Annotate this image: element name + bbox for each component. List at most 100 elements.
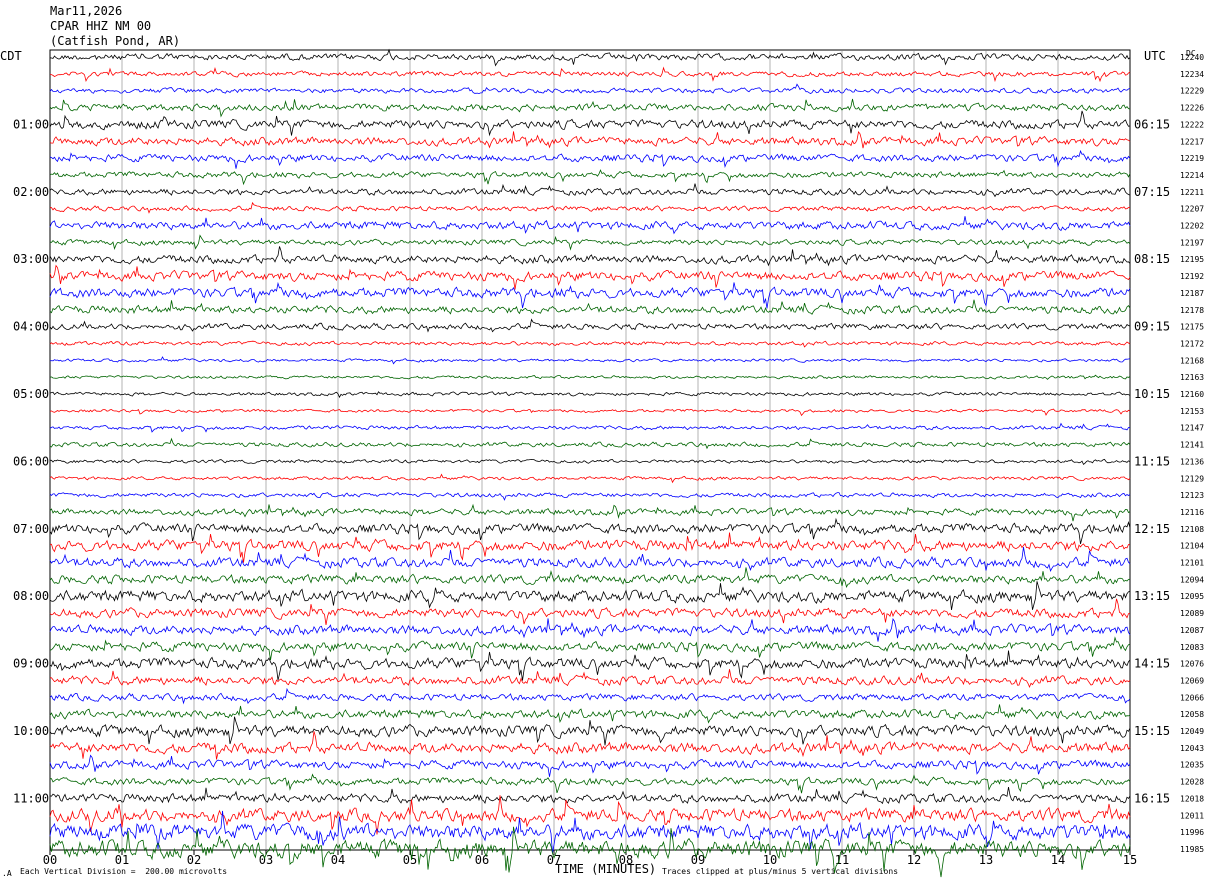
right-hour-label: 15:15 (1134, 724, 1170, 738)
dc-offset-label: 12226 (1180, 104, 1204, 113)
seismic-trace (49, 110, 1131, 137)
seismic-trace (49, 98, 1131, 118)
left-hour-label: 01:00 (13, 117, 49, 131)
seismic-trace (49, 581, 1131, 610)
seismic-trace (49, 234, 1131, 251)
dc-offset-label: 12192 (1180, 272, 1204, 281)
dc-offset-label: 12104 (1180, 542, 1204, 551)
seismic-trace (49, 340, 1131, 348)
x-tick-label: 05 (403, 853, 417, 867)
left-hour-label: 04:00 (13, 320, 49, 334)
right-hour-label: 16:15 (1134, 791, 1170, 805)
x-tick-label: 01 (115, 853, 129, 867)
footer-scale-note: Each Vertical Division = 200.00 microvol… (20, 867, 228, 876)
dc-offset-label: 12197 (1180, 238, 1204, 247)
x-tick-label: 00 (43, 853, 57, 867)
x-tick-label: 02 (187, 853, 201, 867)
seismic-trace (49, 281, 1131, 309)
seismic-trace (50, 66, 1131, 83)
dc-offset-label: 12234 (1180, 70, 1204, 79)
dc-offset-label: 12178 (1180, 306, 1204, 315)
seismic-trace (49, 731, 1131, 760)
dc-offset-label: 12219 (1180, 154, 1204, 163)
dc-offset-label: 12101 (1180, 559, 1204, 568)
seismic-trace (49, 503, 1131, 522)
left-hour-label: 05:00 (13, 387, 49, 401)
dc-offset-label: 12123 (1180, 491, 1204, 500)
seismic-trace (49, 216, 1131, 235)
x-tick-label: 12 (907, 853, 921, 867)
seismic-trace (49, 473, 1131, 484)
left-hour-label: 03:00 (13, 252, 49, 266)
left-hour-label: 02:00 (13, 185, 49, 199)
dc-offset-label: 12141 (1180, 441, 1204, 450)
seismic-trace (49, 183, 1131, 198)
footer-mark: .A (2, 869, 12, 878)
dc-offset-label: 12187 (1180, 289, 1204, 298)
dc-offset-label: 12172 (1180, 339, 1204, 348)
seismic-trace (49, 437, 1131, 450)
dc-offset-label: 12217 (1180, 137, 1204, 146)
x-tick-label: 06 (475, 853, 489, 867)
left-hour-label: 09:00 (13, 657, 49, 671)
dc-offset-label: 12069 (1180, 676, 1204, 685)
seismic-trace (49, 149, 1131, 169)
seismic-trace (49, 650, 1131, 681)
right-hour-label: 13:15 (1134, 589, 1170, 603)
x-tick-label: 04 (331, 853, 345, 867)
x-axis-label: TIME (MINUTES) (555, 862, 657, 876)
dc-offset-label: 12058 (1180, 710, 1204, 719)
dc-offset-label: 12083 (1180, 643, 1204, 652)
seismic-trace (49, 264, 1131, 290)
dc-offset-label: 12043 (1180, 744, 1204, 753)
dc-offset-label: 12049 (1180, 727, 1204, 736)
dc-offset-label: 12129 (1180, 474, 1204, 483)
seismic-trace (49, 704, 1131, 724)
seismic-trace (49, 567, 1131, 588)
x-tick-label: 13 (979, 853, 993, 867)
x-tick-label: 14 (1051, 853, 1065, 867)
right-hour-label: 06:15 (1134, 117, 1170, 131)
seismic-trace (49, 246, 1131, 267)
dc-offset-label: 12163 (1180, 373, 1204, 382)
seismic-trace (49, 598, 1131, 625)
dc-offset-label: 12207 (1180, 205, 1204, 214)
dc-offset-label: 12028 (1180, 778, 1204, 787)
seismic-trace (49, 374, 1131, 380)
seismic-trace (50, 458, 1131, 466)
x-tick-label: 15 (1123, 853, 1137, 867)
dc-offset-label: 11985 (1180, 845, 1204, 854)
seismic-trace (49, 754, 1131, 777)
helicorder-plot: 00 01 02 03 04 05 06 07 08 09 10 11 12 13 14 1512240122… (13, 48, 1204, 878)
right-hour-label: 12:15 (1134, 522, 1170, 536)
dc-offset-label: 12211 (1180, 188, 1204, 197)
dc-offset-label: 12035 (1180, 761, 1204, 770)
dc-offset-label: 12153 (1180, 407, 1204, 416)
dc-offset-label: 12108 (1180, 525, 1204, 534)
x-tick-label: 10 (763, 853, 777, 867)
seismic-trace (49, 169, 1131, 186)
dc-offset-label: 12229 (1180, 87, 1204, 96)
dc-offset-label: 12214 (1180, 171, 1204, 180)
right-hour-label: 10:15 (1134, 387, 1170, 401)
seismic-trace (50, 532, 1131, 563)
left-hour-label: 06:00 (13, 454, 49, 468)
seismic-trace (49, 83, 1131, 95)
dc-offset-label: 12160 (1180, 390, 1204, 399)
dc-offset-label: 12136 (1180, 457, 1204, 466)
dc-offset-label: 12018 (1180, 794, 1204, 803)
dc-offset-label: 12240 (1180, 53, 1204, 62)
seismic-trace (49, 617, 1131, 642)
seismic-trace (49, 391, 1131, 399)
seismic-trace (50, 773, 1131, 794)
right-hour-label: 08:15 (1134, 252, 1170, 266)
right-hour-label: 11:15 (1134, 454, 1170, 468)
seismic-trace (49, 716, 1131, 746)
dc-offset-label: 12116 (1180, 508, 1204, 517)
dc-offset-label: 12222 (1180, 120, 1204, 129)
dc-offset-label: 12094 (1180, 575, 1204, 584)
dc-offset-label: 12202 (1180, 222, 1204, 231)
dc-offset-label: 12066 (1180, 693, 1204, 702)
seismic-trace (49, 547, 1131, 572)
dc-offset-label: 12147 (1180, 424, 1204, 433)
